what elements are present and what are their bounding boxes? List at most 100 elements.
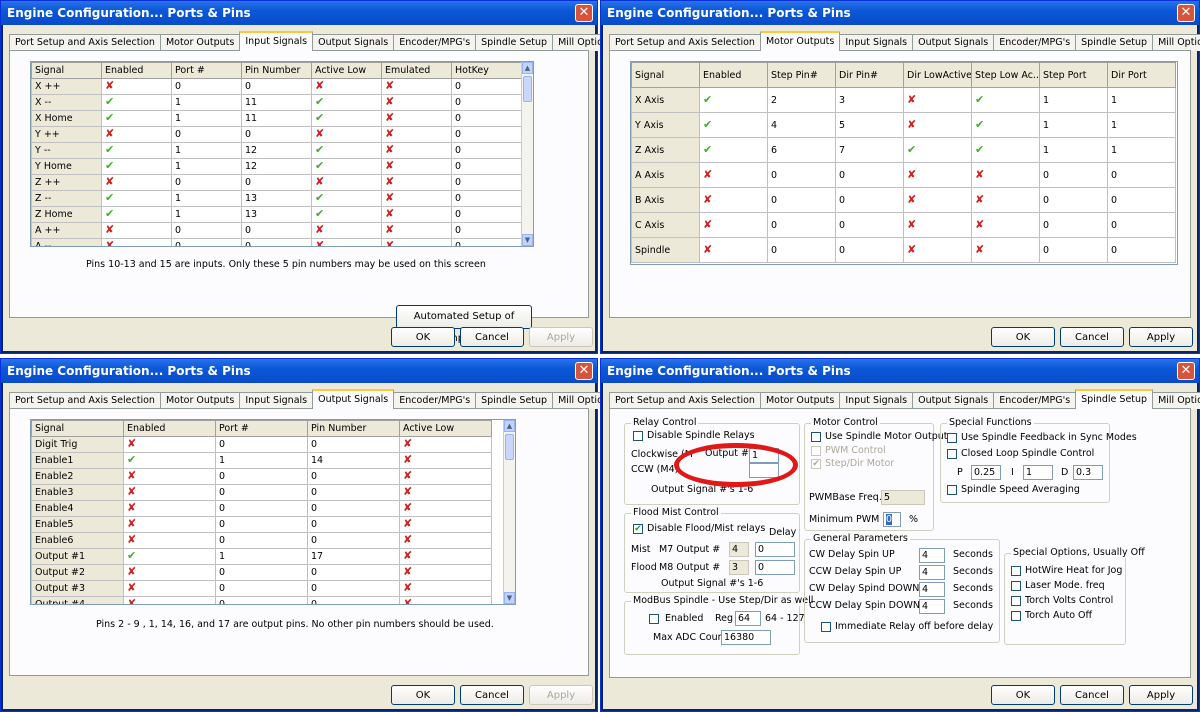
table-cell[interactable]: ✘ bbox=[381, 110, 452, 127]
table-row[interactable]: X ++ ✘ 0 0 ✘ ✘ 0 bbox=[31, 78, 522, 95]
signal-name-cell[interactable]: X Axis bbox=[631, 87, 700, 113]
green-check-icon[interactable]: ✔ bbox=[105, 160, 114, 171]
scroll-down-icon[interactable]: ▼ bbox=[504, 592, 515, 604]
signal-name-cell[interactable]: Enable2 bbox=[31, 468, 124, 485]
red-x-icon[interactable]: ✘ bbox=[907, 219, 916, 230]
table-cell[interactable]: ✘ bbox=[699, 162, 768, 188]
table-cell[interactable]: ✘ bbox=[381, 174, 452, 191]
table-cell[interactable]: ✘ bbox=[123, 500, 216, 517]
disable-spindle-relays-checkbox[interactable] bbox=[633, 431, 643, 441]
table-cell[interactable]: ✘ bbox=[971, 187, 1040, 213]
delay-field[interactable]: 4 bbox=[919, 582, 945, 597]
table-cell[interactable]: 7 bbox=[835, 137, 904, 163]
table-cell[interactable]: 0 bbox=[307, 596, 400, 604]
tab-motor[interactable]: Motor Outputs bbox=[159, 34, 241, 51]
signal-name-cell[interactable]: Digit Trig bbox=[31, 436, 124, 453]
tab-spindle[interactable]: Spindle Setup bbox=[1075, 34, 1154, 51]
table-cell[interactable]: 5 bbox=[835, 112, 904, 138]
table-cell[interactable]: ✘ bbox=[399, 436, 492, 453]
table-cell[interactable]: ✔ bbox=[971, 112, 1040, 138]
table-cell[interactable]: ✔ bbox=[311, 206, 382, 223]
table-row[interactable]: Y ++ ✘ 0 0 ✘ ✘ 0 bbox=[31, 126, 522, 143]
red-x-icon[interactable]: ✘ bbox=[127, 518, 136, 529]
table-cell[interactable]: 0 bbox=[171, 174, 242, 191]
red-x-icon[interactable]: ✘ bbox=[105, 224, 114, 235]
tab-encoder[interactable]: Encoder/MPG's bbox=[393, 34, 477, 51]
red-x-icon[interactable]: ✘ bbox=[703, 244, 712, 255]
p-field[interactable]: 0.25 bbox=[971, 465, 1001, 480]
table-cell[interactable]: 12 bbox=[241, 158, 312, 175]
red-x-icon[interactable]: ✘ bbox=[703, 219, 712, 230]
table-cell[interactable]: 0 bbox=[1039, 237, 1108, 263]
red-x-icon[interactable]: ✘ bbox=[403, 486, 412, 497]
table-cell[interactable]: ✘ bbox=[123, 580, 216, 597]
table-cell[interactable]: 0 bbox=[215, 468, 308, 485]
red-x-icon[interactable]: ✘ bbox=[975, 169, 984, 180]
table-cell[interactable]: 0 bbox=[1107, 162, 1176, 188]
close-icon[interactable]: ✕ bbox=[1177, 4, 1195, 22]
table-cell[interactable]: ✔ bbox=[903, 137, 972, 163]
column-header[interactable]: Step Low Ac... bbox=[971, 62, 1040, 88]
special-option-checkbox[interactable] bbox=[1011, 581, 1021, 591]
table-cell[interactable]: ✘ bbox=[699, 237, 768, 263]
scroll-down-icon[interactable]: ▼ bbox=[522, 234, 533, 246]
table-row[interactable]: A ++ ✘ 0 0 ✘ ✘ 0 bbox=[31, 222, 522, 239]
reg-field[interactable]: 64 bbox=[735, 611, 761, 626]
table-cell[interactable]: 0 bbox=[241, 174, 312, 191]
table-cell[interactable]: ✔ bbox=[311, 190, 382, 207]
table-cell[interactable]: 1 bbox=[171, 206, 242, 223]
red-x-icon[interactable]: ✘ bbox=[385, 240, 394, 246]
tab-output[interactable]: Output Signals bbox=[312, 389, 395, 409]
green-check-icon[interactable]: ✔ bbox=[703, 119, 712, 130]
red-x-icon[interactable]: ✘ bbox=[385, 80, 394, 91]
table-cell[interactable]: 0 bbox=[835, 187, 904, 213]
table-cell[interactable]: 1 bbox=[171, 190, 242, 207]
green-check-icon[interactable]: ✔ bbox=[975, 144, 984, 155]
table-cell[interactable]: ✘ bbox=[903, 112, 972, 138]
red-x-icon[interactable]: ✘ bbox=[127, 534, 136, 545]
table-cell[interactable]: 0 bbox=[307, 580, 400, 597]
table-cell[interactable]: 0 bbox=[451, 174, 522, 191]
green-check-icon[interactable]: ✔ bbox=[127, 454, 136, 465]
green-check-icon[interactable]: ✔ bbox=[975, 119, 984, 130]
apply-button[interactable]: Apply bbox=[1129, 685, 1193, 705]
table-cell[interactable]: ✘ bbox=[381, 222, 452, 239]
red-x-icon[interactable]: ✘ bbox=[127, 566, 136, 577]
pwm-base-field[interactable]: 5 bbox=[881, 490, 925, 505]
table-row[interactable]: C Axis ✘ 0 0 ✘ ✘ 0 0 bbox=[631, 212, 1176, 238]
automated-setup-button[interactable]: Automated Setup of Inputs bbox=[396, 305, 532, 344]
table-cell[interactable]: ✘ bbox=[311, 238, 382, 246]
table-cell[interactable]: 0 bbox=[307, 516, 400, 533]
signal-name-cell[interactable]: C Axis bbox=[631, 212, 700, 238]
tab-input[interactable]: Input Signals bbox=[839, 34, 914, 51]
red-x-icon[interactable]: ✘ bbox=[975, 219, 984, 230]
table-row[interactable]: Enable2 ✘ 0 0 ✘ bbox=[31, 468, 492, 485]
table-row[interactable]: Output #2 ✘ 0 0 ✘ bbox=[31, 564, 492, 581]
table-cell[interactable]: 0 bbox=[451, 222, 522, 239]
speed-averaging-checkbox[interactable] bbox=[947, 485, 957, 495]
ok-button[interactable]: OK bbox=[391, 685, 455, 705]
signal-name-cell[interactable]: Y -- bbox=[31, 142, 102, 159]
table-cell[interactable]: ✘ bbox=[123, 468, 216, 485]
column-header[interactable]: Port # bbox=[171, 62, 242, 79]
table-cell[interactable]: 0 bbox=[451, 206, 522, 223]
table-cell[interactable]: ✘ bbox=[399, 484, 492, 501]
table-cell[interactable]: 11 bbox=[241, 110, 312, 127]
green-check-icon[interactable]: ✔ bbox=[105, 192, 114, 203]
table-cell[interactable]: ✘ bbox=[399, 516, 492, 533]
table-cell[interactable]: 0 bbox=[307, 468, 400, 485]
table-cell[interactable]: ✘ bbox=[903, 162, 972, 188]
table-cell[interactable]: ✔ bbox=[699, 112, 768, 138]
column-header[interactable]: Enabled bbox=[123, 420, 216, 437]
scroll-thumb[interactable] bbox=[505, 434, 514, 460]
red-x-icon[interactable]: ✘ bbox=[385, 128, 394, 139]
table-cell[interactable]: 0 bbox=[241, 222, 312, 239]
table-cell[interactable]: ✔ bbox=[971, 137, 1040, 163]
column-header[interactable]: Pin Number bbox=[307, 420, 400, 437]
table-cell[interactable]: 1 bbox=[1107, 137, 1176, 163]
red-x-icon[interactable]: ✘ bbox=[127, 582, 136, 593]
cancel-button[interactable]: Cancel bbox=[1060, 327, 1124, 347]
green-check-icon[interactable]: ✔ bbox=[315, 144, 324, 155]
table-row[interactable]: Z ++ ✘ 0 0 ✘ ✘ 0 bbox=[31, 174, 522, 191]
table-cell[interactable]: 0 bbox=[835, 162, 904, 188]
